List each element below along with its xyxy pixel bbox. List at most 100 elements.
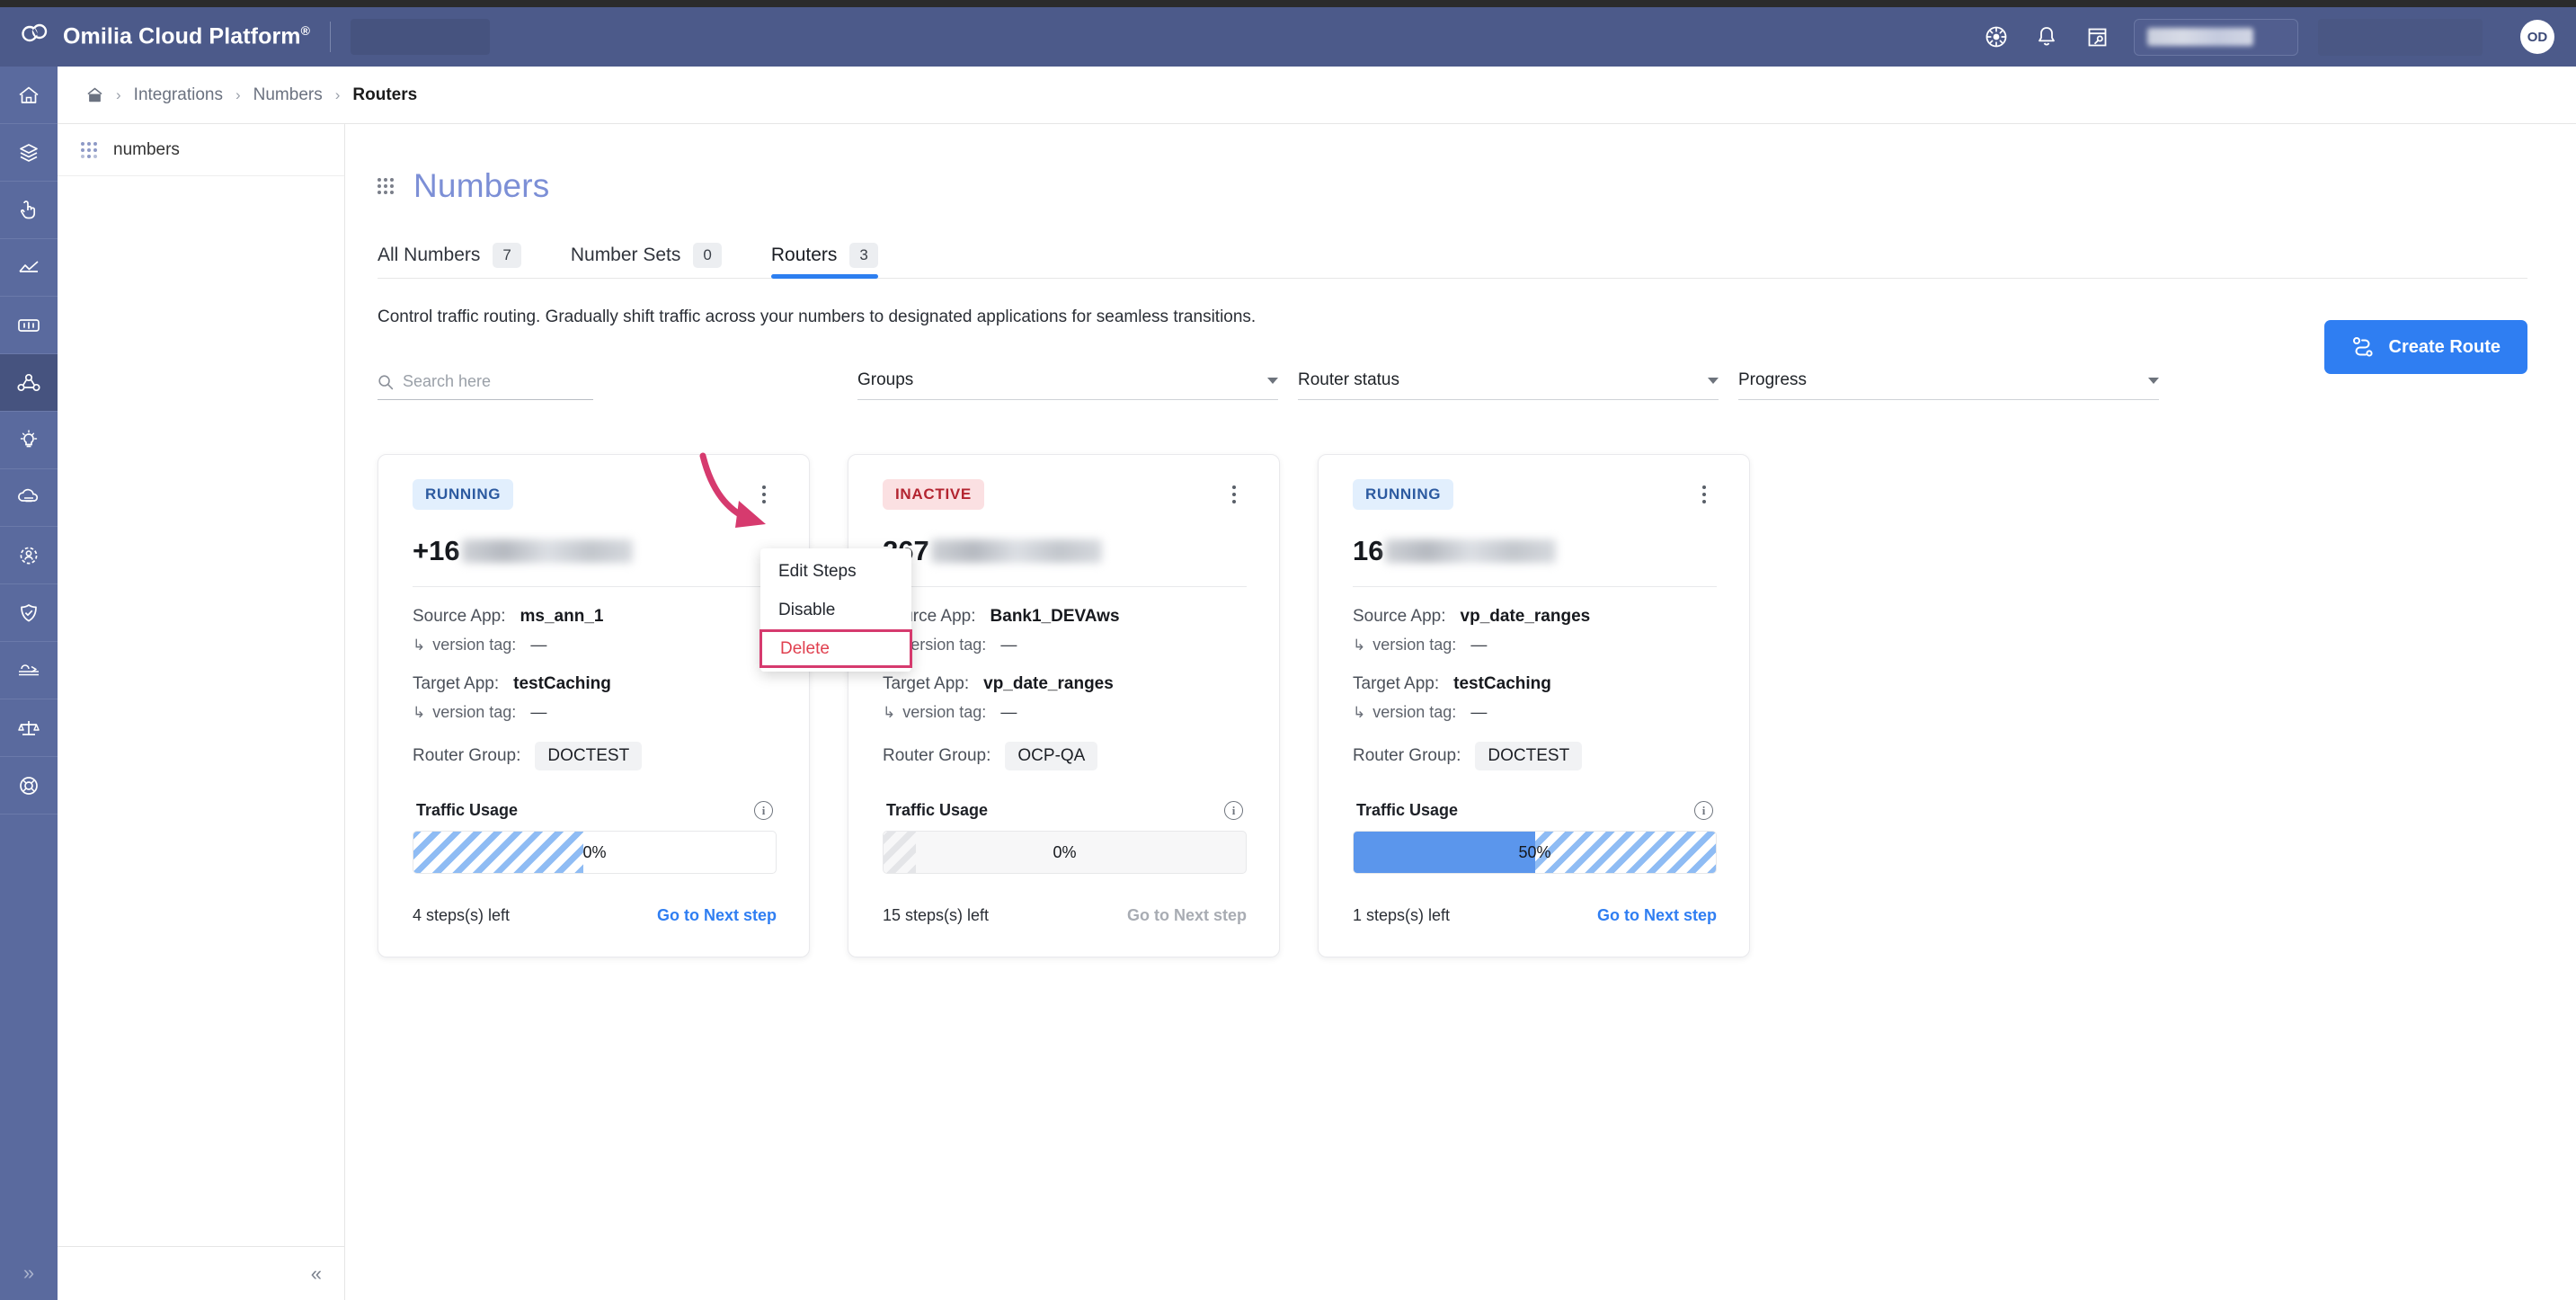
select-progress[interactable]: Progress bbox=[1738, 370, 2159, 400]
menu-item-disable[interactable]: Disable bbox=[760, 591, 911, 629]
info-icon[interactable]: i bbox=[1224, 801, 1243, 820]
tab-routers[interactable]: Routers 3 bbox=[770, 243, 878, 279]
brand[interactable]: Omilia Cloud Platform® bbox=[20, 23, 310, 50]
header-tenant-select[interactable] bbox=[2134, 18, 2298, 56]
version-tag-value: — bbox=[1470, 636, 1488, 654]
select-router-status[interactable]: Router status bbox=[1298, 370, 1719, 400]
bell-icon[interactable] bbox=[2033, 23, 2060, 50]
sidebar-item-analytics[interactable] bbox=[0, 239, 58, 297]
sidebar-item-interactions[interactable] bbox=[0, 182, 58, 239]
sidebar-item-support[interactable] bbox=[0, 757, 58, 815]
page-title-row: Numbers bbox=[378, 167, 2527, 205]
sidebar-item-home[interactable] bbox=[0, 67, 58, 124]
sidebar-item-layers[interactable] bbox=[0, 124, 58, 182]
app-header: Omilia Cloud Platform® OD bbox=[0, 7, 2576, 67]
breadcrumb-item-integrations[interactable]: Integrations bbox=[134, 85, 223, 105]
sidebar-item-dialog[interactable] bbox=[0, 297, 58, 354]
version-tag-label: version tag: bbox=[902, 636, 987, 654]
card-header: RUNNING bbox=[413, 478, 777, 511]
tab-all-numbers[interactable]: All Numbers 7 bbox=[378, 243, 521, 279]
sidebar-rail: » bbox=[0, 67, 58, 1300]
card-kebab-menu-button[interactable] bbox=[1221, 478, 1247, 511]
sidebar-item-cloud[interactable] bbox=[0, 469, 58, 527]
chevron-down-icon bbox=[2148, 377, 2159, 384]
sidebar-item-compliance[interactable] bbox=[0, 699, 58, 757]
card-kebab-menu-button[interactable] bbox=[751, 478, 777, 511]
version-tag-value: — bbox=[530, 703, 547, 721]
page-title: Numbers bbox=[413, 167, 550, 204]
card-kebab-menu-button[interactable] bbox=[1692, 478, 1717, 511]
card-phone-redacted bbox=[1385, 539, 1557, 563]
sidebar-expand-button[interactable]: » bbox=[0, 1246, 58, 1300]
omilia-logo-icon bbox=[22, 23, 48, 42]
home-icon bbox=[19, 86, 39, 103]
router-card[interactable]: RUNNING +16 Source App: ms_ann_1 ↳ versi… bbox=[378, 454, 810, 957]
menu-item-edit-steps[interactable]: Edit Steps bbox=[760, 552, 911, 591]
tools-icon bbox=[19, 663, 39, 675]
subitem-arrow-icon: ↳ bbox=[1353, 704, 1366, 721]
sidebar-item-security[interactable] bbox=[0, 584, 58, 642]
target-app-value: vp_date_ranges bbox=[983, 674, 1114, 693]
panel-item-numbers[interactable]: numbers bbox=[58, 124, 344, 176]
scales-icon bbox=[18, 720, 40, 735]
traffic-usage-bar: 0% bbox=[413, 831, 777, 874]
version-tag-value: — bbox=[1470, 703, 1488, 721]
info-icon[interactable]: i bbox=[1694, 801, 1713, 820]
select-groups[interactable]: Groups bbox=[857, 370, 1278, 400]
source-app-value: ms_ann_1 bbox=[520, 607, 604, 626]
card-header: RUNNING bbox=[1353, 478, 1717, 511]
brand-registered-mark: ® bbox=[300, 23, 311, 39]
card-phone-number: 16 bbox=[1353, 532, 1717, 570]
hand-click-icon bbox=[21, 200, 36, 218]
header-context-chip[interactable] bbox=[351, 19, 491, 55]
card-phone-redacted bbox=[930, 539, 1102, 563]
card-header: INACTIVE bbox=[883, 478, 1247, 511]
route-icon bbox=[2352, 337, 2373, 357]
card-footer: 1 steps(s) left Go to Next step bbox=[1353, 906, 1717, 952]
target-app-row: Target App: testCaching bbox=[1353, 674, 1717, 694]
menu-item-delete[interactable]: Delete bbox=[759, 629, 912, 668]
lifebuoy-icon bbox=[20, 776, 38, 795]
panel-item-label: numbers bbox=[113, 139, 180, 159]
sidebar-item-tools[interactable] bbox=[0, 642, 58, 699]
traffic-usage-header: Traffic Usage i bbox=[1353, 801, 1717, 820]
tab-active-underline bbox=[770, 274, 878, 279]
settings-wheel-icon[interactable] bbox=[1983, 23, 2010, 50]
breadcrumb-separator: › bbox=[116, 85, 121, 103]
target-app-row: Target App: vp_date_ranges bbox=[883, 674, 1247, 694]
breadcrumb-item-numbers[interactable]: Numbers bbox=[253, 85, 323, 105]
target-version-tag-row: ↳ version tag: — bbox=[413, 703, 777, 722]
header-secondary-chip[interactable] bbox=[2318, 18, 2483, 56]
sidebar-item-insights[interactable] bbox=[0, 412, 58, 469]
card-divider bbox=[883, 586, 1247, 587]
router-card[interactable]: INACTIVE 267 Source App: Bank1_DEVAws ↳ … bbox=[848, 454, 1280, 957]
integrations-icon bbox=[17, 373, 40, 391]
traffic-usage-label: Traffic Usage bbox=[416, 801, 519, 819]
traffic-usage-bar: 50% bbox=[1353, 831, 1717, 874]
search-icon bbox=[378, 374, 394, 389]
drag-handle-icon bbox=[81, 141, 97, 158]
panel-collapse-button[interactable]: « bbox=[58, 1246, 345, 1300]
select-label: Groups bbox=[857, 370, 914, 389]
sidebar-item-user-management[interactable] bbox=[0, 527, 58, 584]
home-icon[interactable] bbox=[86, 86, 103, 103]
source-version-tag-row: ↳ version tag: — bbox=[413, 636, 777, 654]
tab-number-sets[interactable]: Number Sets 0 bbox=[571, 243, 722, 279]
select-label: Router status bbox=[1298, 370, 1399, 389]
drag-handle-icon bbox=[378, 178, 394, 194]
router-card[interactable]: RUNNING 16 Source App: vp_date_ranges ↳ … bbox=[1318, 454, 1750, 957]
search-input[interactable]: Search here bbox=[378, 372, 593, 400]
note-key-icon[interactable] bbox=[2083, 23, 2110, 50]
sidebar-item-integrations[interactable] bbox=[0, 354, 58, 412]
search-placeholder: Search here bbox=[403, 372, 492, 390]
router-group-row: Router Group: DOCTEST bbox=[413, 742, 777, 770]
target-version-tag-row: ↳ version tag: — bbox=[1353, 703, 1717, 722]
create-route-button[interactable]: Create Route bbox=[2323, 320, 2527, 374]
info-icon[interactable]: i bbox=[754, 801, 773, 820]
go-to-next-step-link[interactable]: Go to Next step bbox=[1597, 906, 1717, 925]
go-to-next-step-link[interactable]: Go to Next step bbox=[657, 906, 777, 925]
breadcrumb-separator: › bbox=[334, 85, 341, 103]
avatar[interactable]: OD bbox=[2520, 20, 2554, 54]
router-group-value: DOCTEST bbox=[535, 742, 643, 770]
tab-count: 3 bbox=[849, 243, 878, 268]
